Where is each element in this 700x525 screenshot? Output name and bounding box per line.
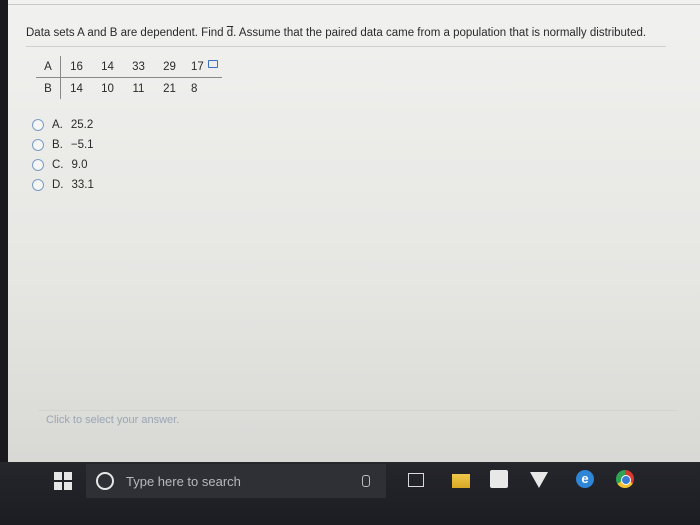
choice-letter: D. xyxy=(52,179,64,191)
question-text: Data sets A and B are dependent. Find d.… xyxy=(26,27,646,39)
edge-icon[interactable]: e xyxy=(576,470,594,488)
table-row-a: A 16 14 33 29 17 xyxy=(36,56,222,78)
table-cell: 29 xyxy=(154,56,185,78)
top-divider xyxy=(8,4,700,5)
vpn-icon[interactable] xyxy=(530,472,548,488)
choice-b[interactable]: B. −5.1 xyxy=(32,135,94,155)
question-prefix: Data sets A and B are dependent. Find xyxy=(26,27,227,39)
choice-a[interactable]: A. 25.2 xyxy=(32,115,94,135)
question-divider xyxy=(26,46,666,47)
answer-choices: A. 25.2 B. −5.1 C. 9.0 D. 33.1 xyxy=(32,115,94,195)
table-row-b: B 14 10 11 21 8 xyxy=(36,77,222,99)
choice-value: −5.1 xyxy=(70,139,94,151)
table-cell-with-icon: 17 xyxy=(185,56,222,78)
question-suffix: . Assume that the paired data came from … xyxy=(233,27,647,39)
choice-value: 9.0 xyxy=(71,159,88,171)
footer-hint: Click to select your answer. xyxy=(46,414,180,426)
cortana-icon[interactable] xyxy=(96,472,114,490)
file-explorer-icon[interactable] xyxy=(452,474,470,488)
table-cell: 21 xyxy=(163,82,176,95)
choice-c[interactable]: C. 9.0 xyxy=(32,155,94,175)
table-cell: 10 xyxy=(101,82,114,95)
screen: Data sets A and B are dependent. Find d.… xyxy=(0,0,700,525)
choice-letter: B. xyxy=(52,139,63,151)
table-cell: 33 xyxy=(123,56,154,78)
question-page: Data sets A and B are dependent. Find d.… xyxy=(8,0,700,462)
radio-button-icon[interactable] xyxy=(32,159,44,171)
choice-letter: A. xyxy=(52,119,63,131)
windows-start-icon[interactable] xyxy=(54,472,72,490)
taskbar-search-box[interactable]: Type here to search xyxy=(86,464,386,498)
table-cell: 16 xyxy=(60,56,92,78)
copy-icon[interactable] xyxy=(207,60,218,68)
table-cell: 14 xyxy=(70,82,83,95)
radio-button-icon[interactable] xyxy=(32,119,44,131)
choice-d[interactable]: D. 33.1 xyxy=(32,175,94,195)
table-cell: 11 xyxy=(132,82,145,95)
choice-letter: C. xyxy=(52,159,64,171)
task-view-icon[interactable] xyxy=(408,473,424,487)
search-input[interactable]: Type here to search xyxy=(126,474,241,489)
radio-button-icon[interactable] xyxy=(32,179,44,191)
footer-divider xyxy=(38,410,678,411)
chrome-icon[interactable] xyxy=(616,470,634,488)
choice-value: 33.1 xyxy=(71,179,94,191)
store-icon[interactable] xyxy=(490,470,508,488)
microphone-icon[interactable] xyxy=(362,475,370,487)
data-table: A 16 14 33 29 17 B 14 10 11 21 8 xyxy=(36,56,222,99)
table-cell: 17 xyxy=(191,61,204,73)
row-label-a: A xyxy=(36,56,61,78)
table-cell: 8 xyxy=(191,82,198,95)
table-cell: 14 xyxy=(92,56,123,78)
choice-value: 25.2 xyxy=(70,119,94,131)
radio-button-icon[interactable] xyxy=(32,139,44,151)
windows-taskbar: Type here to search e xyxy=(0,462,700,525)
row-label-b: B xyxy=(36,77,61,99)
